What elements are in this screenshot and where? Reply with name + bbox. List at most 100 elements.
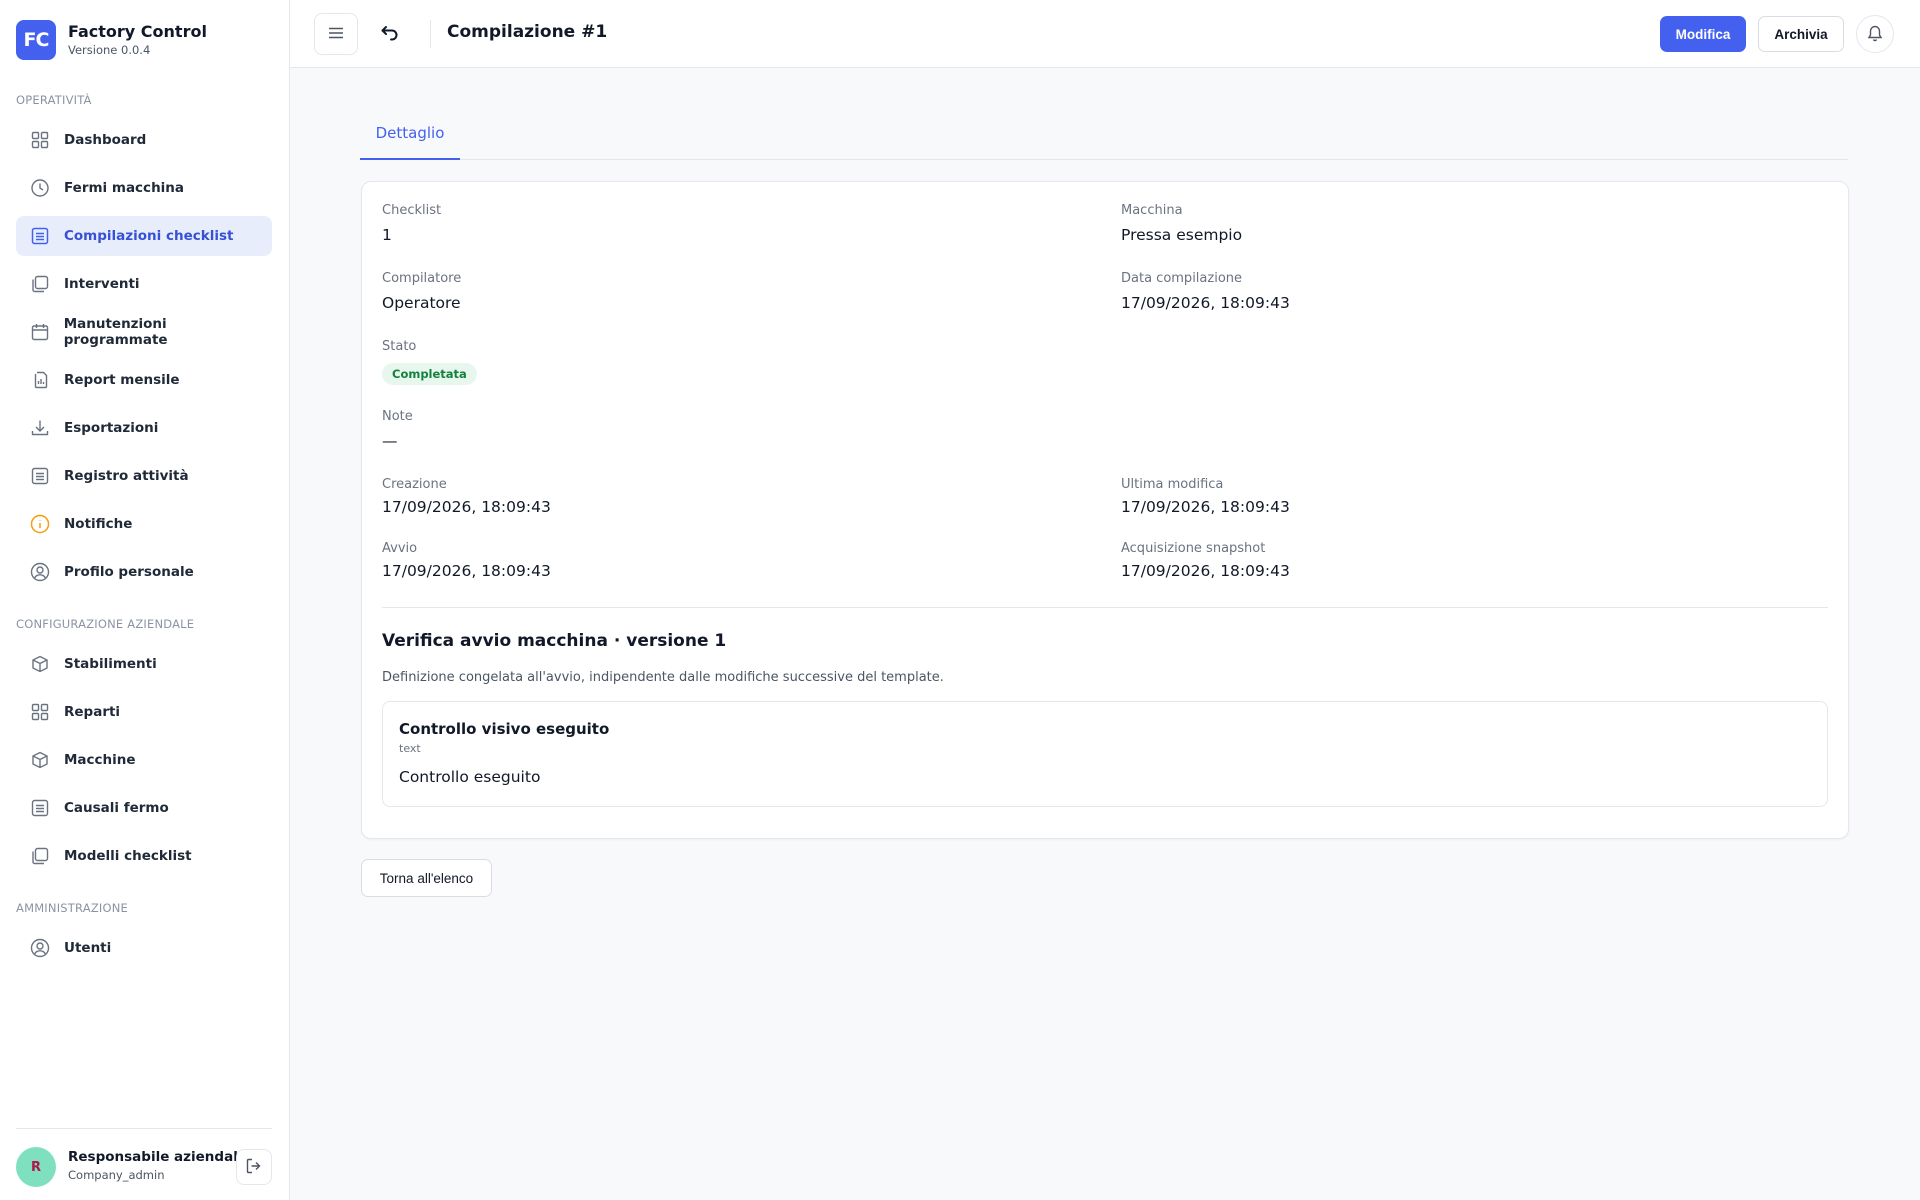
sidebar-item-dashboard[interactable]: Dashboard [16,120,272,160]
field-label: Note [382,409,413,424]
field-macchina: Macchina Pressa esempio [1121,202,1242,246]
sidebar-item-modelli-checklist[interactable]: Modelli checklist [16,836,272,876]
field-note: Note — [382,408,413,452]
sidebar-item-notifiche[interactable]: Notifiche [16,504,272,544]
user-name: Responsabile aziendale [68,1149,247,1165]
sidebar-item-report-mensile[interactable]: Report mensile [16,360,272,400]
detail-tabs: Dettaglio [360,112,1848,160]
field-compilatore: Compilatore Operatore [382,270,461,314]
field-value: 17/09/2026, 18:09:43 [1121,498,1290,516]
status-badge: Completata [382,363,477,385]
box-icon [30,654,50,674]
sidebar-item-causali-fermo[interactable]: Causali fermo [16,788,272,828]
field-checklist: Checklist 1 [382,202,441,246]
field-label: Avvio [382,541,418,556]
field-value: 17/09/2026, 18:09:43 [382,498,551,516]
app-logo: FC [16,20,56,60]
sidebar-item-label: Causali fermo [64,800,169,816]
sidebar-item-label: Dashboard [64,132,147,148]
logout-button[interactable] [236,1149,272,1185]
sidebar-item-compilazioni-checklist[interactable]: Compilazioni checklist [16,216,272,256]
sidebar-item-label: Reparti [64,704,121,720]
sidebar-item-label: Fermi macchina [64,180,185,196]
field-avvio: Avvio 17/09/2026, 18:09:43 [382,540,551,582]
sidebar-item-label: Utenti [64,940,112,956]
field-label: Acquisizione snapshot [1121,541,1266,556]
field-label: Data compilazione [1121,271,1243,286]
user-role: Company_admin [68,1168,165,1182]
logout-icon [245,1157,263,1178]
sidebar-item-label: Compilazioni checklist [64,228,234,244]
clock-icon [30,178,50,198]
page-title: Compilazione #1 [447,22,608,42]
sidebar-item-label: Interventi [64,276,140,292]
sidebar-item-label: Esportazioni [64,420,159,436]
user-circle-icon [30,938,50,958]
sidebar-item-label: Modelli checklist [64,848,192,864]
sidebar-item-utenti[interactable]: Utenti [16,928,272,968]
copy-icon [30,274,50,294]
file-chart-icon [30,370,50,390]
sidebar-item-label: Stabilimenti [64,656,157,672]
checklist-item: Controllo visivo eseguito text Controllo… [382,701,1828,807]
field-value: 17/09/2026, 18:09:43 [382,562,551,580]
list-icon [30,226,50,246]
list-icon [30,798,50,818]
checklist-item-type: text [399,742,421,755]
sidebar-item-registro-attivita[interactable]: Registro attività [16,456,272,496]
sidebar-item-label: Notifiche [64,516,133,532]
snapshot-description: Definizione congelata all'avvio, indipen… [382,670,944,685]
user-panel: R Responsabile aziendale Company_admin [16,1128,272,1200]
field-label: Ultima modifica [1121,477,1224,492]
field-value: Operatore [382,294,461,312]
sidebar-item-profilo-personale[interactable]: Profilo personale [16,552,272,592]
sidebar-item-fermi-macchina[interactable]: Fermi macchina [16,168,272,208]
field-data-compilazione: Data compilazione 17/09/2026, 18:09:43 [1121,270,1290,314]
back-to-list-button[interactable]: Torna all'elenco [361,859,492,897]
section-label-amministrazione: AMMINISTRAZIONE [16,901,129,915]
section-label-operativita: OPERATIVITÀ [16,93,92,107]
checklist-item-title: Controllo visivo eseguito [399,720,610,738]
user-circle-icon [30,562,50,582]
app-name: Factory Control [68,22,207,41]
sidebar-item-label: Macchine [64,752,136,768]
menu-toggle-button[interactable] [314,13,358,55]
card-divider [382,607,1828,608]
notifications-button[interactable] [1856,15,1894,53]
undo-icon [380,23,400,46]
calendar-icon [30,322,50,342]
bell-icon [1866,24,1884,45]
archive-button[interactable]: Archivia [1758,16,1844,52]
field-label: Macchina [1121,203,1183,218]
sidebar-item-interventi[interactable]: Interventi [16,264,272,304]
sidebar-item-label: Profilo personale [64,564,194,580]
sidebar-item-stabilimenti[interactable]: Stabilimenti [16,644,272,684]
back-button[interactable] [372,16,408,52]
field-value: — [382,432,398,450]
grid-icon [30,130,50,150]
field-ultima-modifica: Ultima modifica 17/09/2026, 18:09:43 [1121,476,1290,518]
field-creazione: Creazione 17/09/2026, 18:09:43 [382,476,551,518]
avatar[interactable]: R [16,1147,56,1187]
sidebar-item-label: Manutenzioni programmate [63,316,168,348]
tab-dettaglio[interactable]: Dettaglio [360,112,460,160]
info-icon [30,514,50,534]
field-label: Creazione [382,477,447,492]
app-version: Versione 0.0.4 [68,43,151,57]
snapshot-title: Verifica avvio macchina · versione 1 [382,631,727,651]
field-label: Checklist [382,203,442,218]
sidebar: FC Factory Control Versione 0.0.4 OPERAT… [0,0,290,1200]
edit-button[interactable]: Modifica [1660,16,1746,52]
sidebar-item-reparti[interactable]: Reparti [16,692,272,732]
sidebar-item-label: Registro attività [64,468,189,484]
checklist-item-value: Controllo eseguito [399,768,541,786]
box-icon [30,750,50,770]
field-label: Stato [382,339,417,354]
sidebar-item-esportazioni[interactable]: Esportazioni [16,408,272,448]
sidebar-item-label: Report mensile [64,372,180,388]
sidebar-item-macchine[interactable]: Macchine [16,740,272,780]
brand[interactable]: FC Factory Control Versione 0.0.4 [16,20,207,60]
copy-icon [30,846,50,866]
field-value: 17/09/2026, 18:09:43 [1121,294,1290,312]
sidebar-item-manutenzioni-programmate[interactable]: Manutenzioni programmate [16,312,272,352]
